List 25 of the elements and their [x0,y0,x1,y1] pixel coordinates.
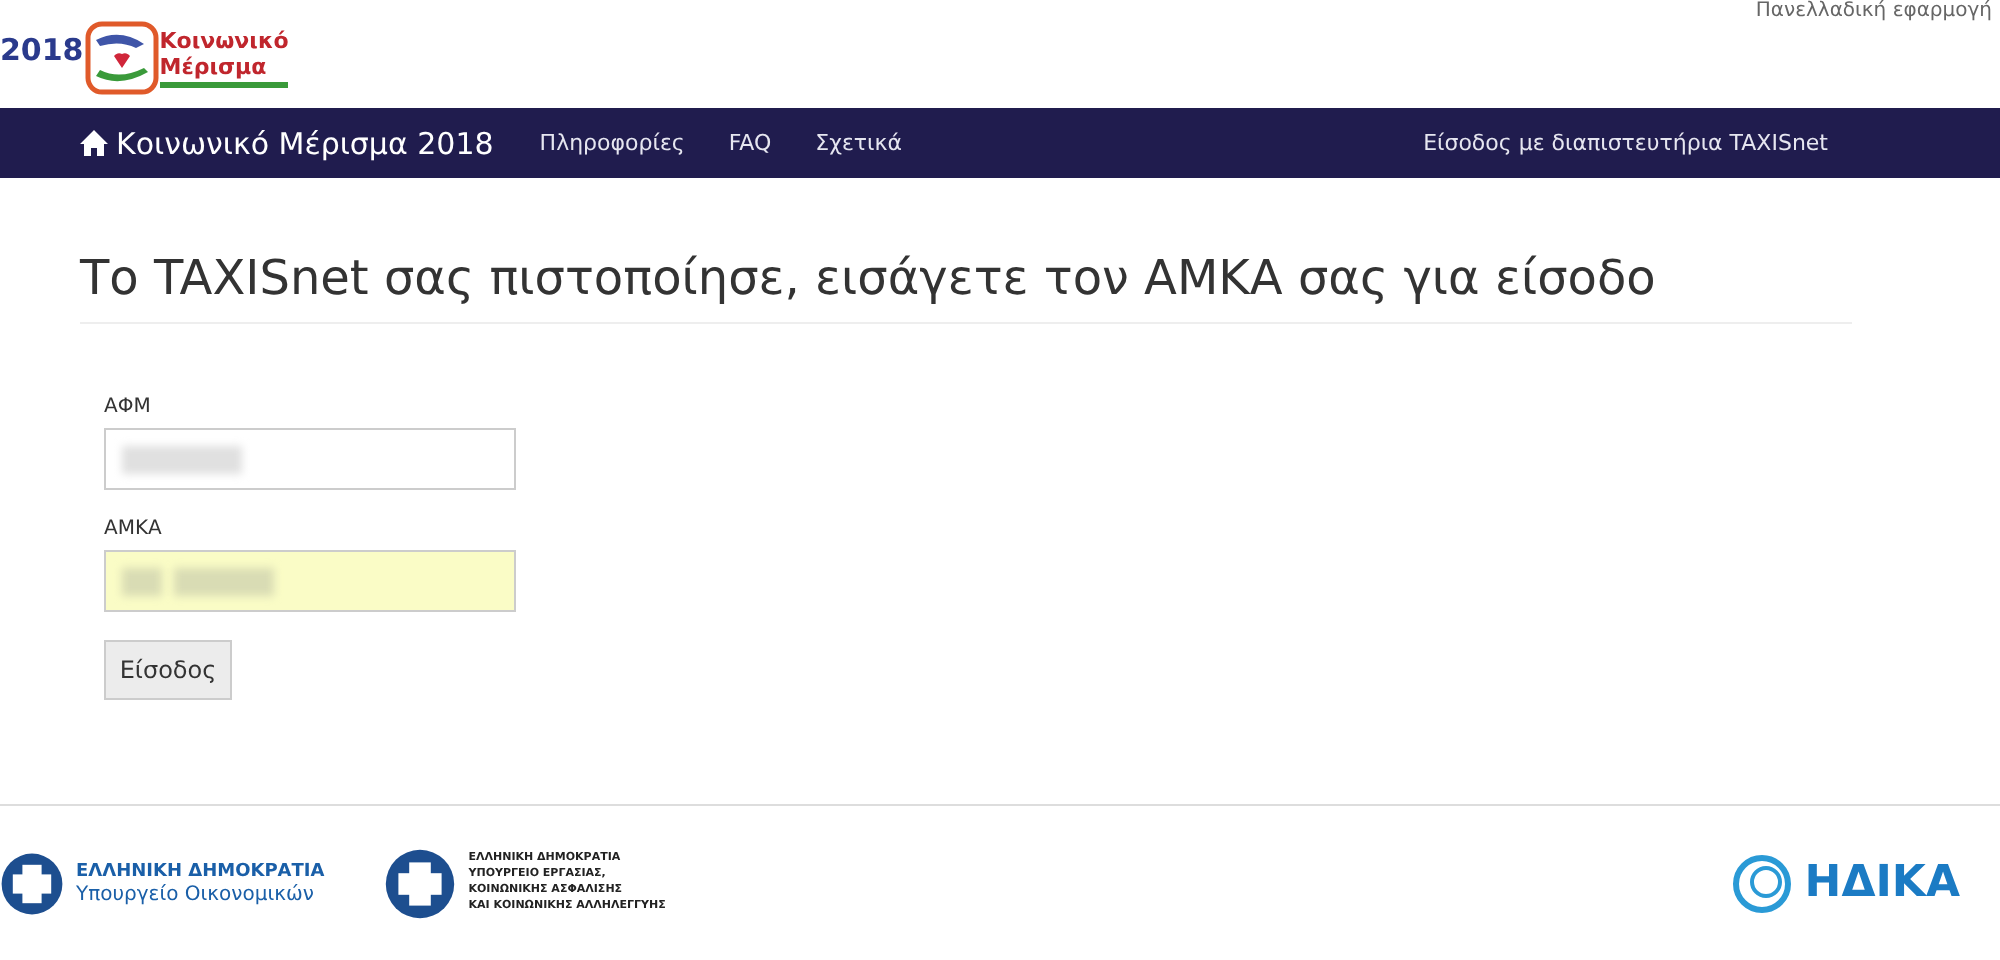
emblem-icon [384,847,457,919]
field-label: ΑΦΜ [104,396,153,418]
logo-title: ΕΛΛΗΝΙΚΗ ΔΗΜΟΚΡΑΤΙΑ [76,861,325,881]
nav-link[interactable]: FAQ [706,130,794,156]
input-field[interactable] [104,428,516,490]
home-icon [80,130,108,156]
nav-link[interactable]: Σχετικά [793,130,925,156]
redacted-value-icon [122,445,242,473]
swirl-icon [1732,853,1793,913]
logo-year: 2018 [0,32,84,68]
brand-link[interactable]: Κοινωνικό Μέρισμα 2018 [80,125,494,161]
login-button[interactable]: Είσοδος [104,640,232,700]
tagline: Πανελλαδική εφαρμογή [1755,0,1994,26]
emblem-icon [0,851,64,915]
input-field[interactable] [104,550,516,612]
company-logo-text: ΗΔΙΚΑ [1804,858,1960,908]
page-heading: Το TAXISnet σας πιστοποίησε, εισάγετε τον ΑΜΚΑ σας για είσοδο [80,218,1852,324]
redacted-value-icon [174,567,274,595]
login-link[interactable]: Είσοδος με διαπιστευτήρια TAXISnet [1401,130,1850,156]
field-label: ΑΜΚΑ [104,518,164,540]
logo-text: Μέρισμα [159,54,269,80]
redacted-value-icon [122,567,162,595]
nav-link[interactable]: Πληροφορίες [517,130,707,156]
logo-text: Κοινωνικό [159,28,289,54]
logo-subtitle: Υπουργείο Οικονομικών [76,883,316,905]
